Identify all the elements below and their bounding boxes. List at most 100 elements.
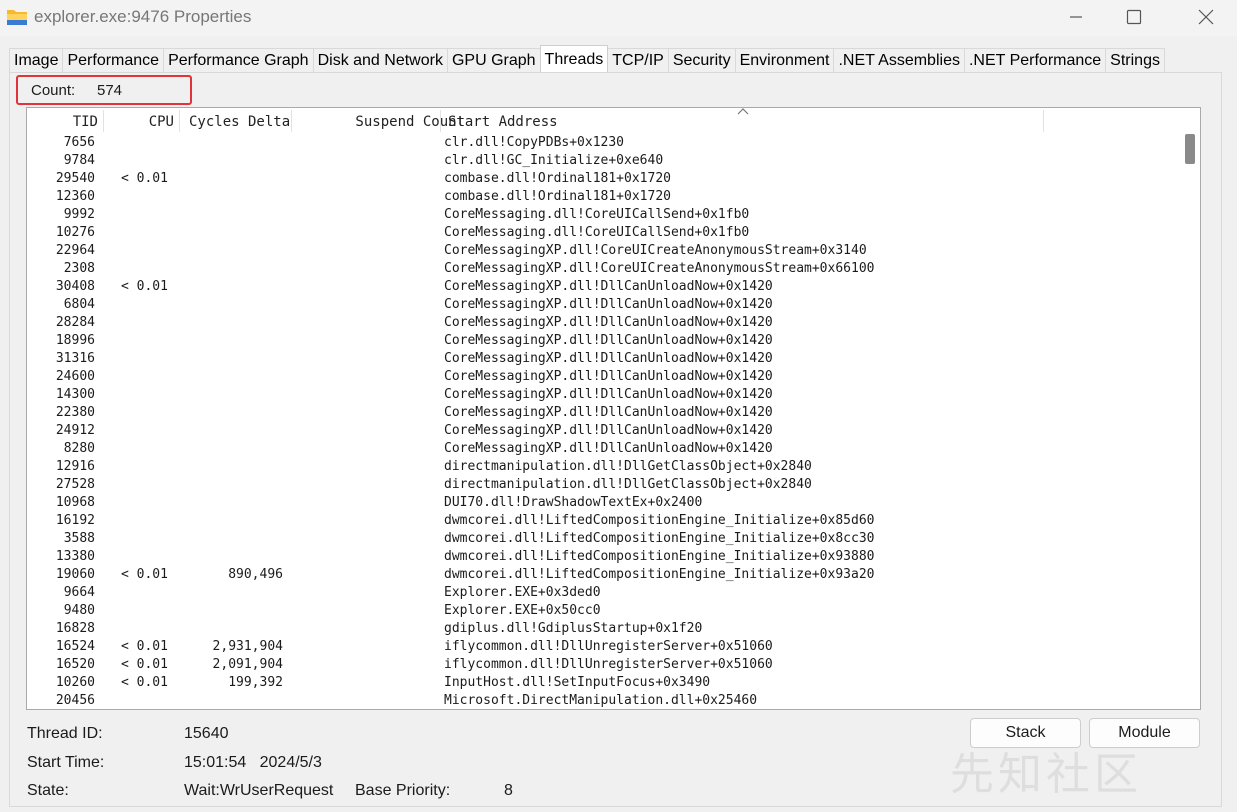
cell-start-address: CoreMessagingXP.dll!DllCanUnloadNow+0x14… — [444, 369, 773, 384]
tab-performance-graph[interactable]: Performance Graph — [163, 48, 314, 72]
base-priority-value: 8 — [504, 782, 513, 799]
table-row[interactable]: 6804 CoreMessagingXP.dll!DllCanUnloadNow+… — [27, 296, 1177, 314]
cell-tid: 7656 — [63, 135, 95, 150]
minimize-button[interactable] — [1053, 0, 1099, 34]
table-row[interactable]: 10968 DUI70.dll!DrawShadowTextEx+0x2400 — [27, 494, 1177, 512]
table-row[interactable]: 31316 CoreMessagingXP.dll!DllCanUnloadNow… — [27, 350, 1177, 368]
table-row[interactable]: 7656 clr.dll!CopyPDBs+0x1230 — [27, 134, 1177, 152]
table-row[interactable]: 22964 CoreMessagingXP.dll!CoreUICreateAno… — [27, 242, 1177, 260]
cell-cpu: < 0.01 — [121, 567, 168, 582]
column-divider[interactable] — [440, 110, 441, 132]
tab-image[interactable]: Image — [9, 48, 64, 72]
table-row[interactable]: 12916 directmanipulation.dll!DllGetClassO… — [27, 458, 1177, 476]
table-row[interactable]: 28284 CoreMessagingXP.dll!DllCanUnloadNow… — [27, 314, 1177, 332]
count-value: 574 — [97, 82, 123, 99]
list-rows: 7656 clr.dll!CopyPDBs+0x1230 9784 clr.dll!G… — [27, 134, 1177, 709]
table-row[interactable]: 14300 CoreMessagingXP.dll!DllCanUnloadNow… — [27, 386, 1177, 404]
tab-environment[interactable]: Environment — [734, 48, 835, 72]
cell-start-address: Microsoft.DirectManipulation.dll+0x25460 — [444, 693, 758, 708]
table-row[interactable]: 3588 dwmcorei.dll!LiftedCompositionEngine… — [27, 530, 1177, 548]
cell-start-address: iflycommon.dll!DllUnregisterServer+0x510… — [444, 639, 773, 654]
cell-start-address: directmanipulation.dll!DllGetClassObject… — [444, 477, 812, 492]
table-row[interactable]: 24912 CoreMessagingXP.dll!DllCanUnloadNow… — [27, 422, 1177, 440]
table-row[interactable]: 29540 < 0.01 combase.dll!Ordinal181+0x1720 — [27, 170, 1177, 188]
cell-start-address: dwmcorei.dll!LiftedCompositionEngine_Ini… — [444, 513, 875, 528]
threads-list[interactable]: TID CPU Cycles Delta Suspend Count Start… — [26, 107, 1201, 710]
cell-tid: 9480 — [63, 603, 95, 618]
tab-security[interactable]: Security — [667, 48, 736, 72]
table-row[interactable]: 9480 Explorer.EXE+0x50cc0 — [27, 602, 1177, 620]
table-row[interactable]: 27528 directmanipulation.dll!DllGetClassO… — [27, 476, 1177, 494]
table-row[interactable]: 22380 CoreMessagingXP.dll!DllCanUnloadNow… — [27, 404, 1177, 422]
cell-start-address: combase.dll!Ordinal181+0x1720 — [444, 189, 671, 204]
close-button[interactable] — [1183, 0, 1229, 34]
cell-start-address: CoreMessagingXP.dll!CoreUICreateAnonymou… — [444, 261, 875, 276]
table-row[interactable]: 19060 < 0.01 890,496 dwmcorei.dll!LiftedCom… — [27, 566, 1177, 584]
column-divider[interactable] — [1043, 110, 1044, 132]
column-header-start-address[interactable]: Start Address — [448, 114, 558, 130]
tab-strings[interactable]: Strings — [1105, 48, 1165, 72]
cell-start-address: dwmcorei.dll!LiftedCompositionEngine_Ini… — [444, 531, 875, 546]
table-row[interactable]: 2308 CoreMessagingXP.dll!CoreUICreateAnon… — [27, 260, 1177, 278]
table-row[interactable]: 10276 CoreMessaging.dll!CoreUICallSend+0x… — [27, 224, 1177, 242]
cell-tid: 20456 — [55, 693, 95, 708]
table-row[interactable]: 24600 CoreMessagingXP.dll!DllCanUnloadNow… — [27, 368, 1177, 386]
table-row[interactable]: 16524 < 0.01 2,931,904 iflycommon.dll!DllUn… — [27, 638, 1177, 656]
table-row[interactable]: 16192 dwmcorei.dll!LiftedCompositionEngin… — [27, 512, 1177, 530]
cell-cycles-delta: 199,392 — [228, 675, 283, 690]
tab-strip: Image Performance Performance Graph Disk an… — [9, 45, 1165, 73]
cell-tid: 13380 — [55, 549, 95, 564]
count-label: Count: — [31, 82, 76, 99]
cell-start-address: DUI70.dll!DrawShadowTextEx+0x2400 — [444, 495, 703, 510]
cell-start-address: dwmcorei.dll!LiftedCompositionEngine_Ini… — [444, 549, 875, 564]
vertical-scrollbar[interactable] — [1178, 108, 1200, 709]
cell-cpu: < 0.01 — [121, 675, 168, 690]
column-header-cpu[interactable]: CPU — [149, 114, 174, 130]
scrollbar-thumb[interactable] — [1185, 134, 1195, 164]
minimize-icon — [1070, 16, 1082, 18]
table-row[interactable]: 8280 CoreMessagingXP.dll!DllCanUnloadNow+… — [27, 440, 1177, 458]
cell-start-address: InputHost.dll!SetInputFocus+0x3490 — [444, 675, 711, 690]
table-row[interactable]: 20456 Microsoft.DirectManipulation.dll+0x… — [27, 692, 1177, 709]
cell-start-address: gdiplus.dll!GdiplusStartup+0x1f20 — [444, 621, 703, 636]
sort-ascending-icon — [737, 108, 749, 115]
cell-tid: 28284 — [55, 315, 95, 330]
table-row[interactable]: 30408 < 0.01 CoreMessagingXP.dll!DllCanUnl… — [27, 278, 1177, 296]
table-row[interactable]: 18996 CoreMessagingXP.dll!DllCanUnloadNow… — [27, 332, 1177, 350]
state-value: Wait:WrUserRequest — [184, 782, 334, 799]
column-header-cycles-delta[interactable]: Cycles Delta — [189, 114, 290, 130]
cell-cycles-delta: 2,931,904 — [212, 639, 283, 654]
table-row[interactable]: 10260 < 0.01 199,392 InputHost.dll!SetInput… — [27, 674, 1177, 692]
cell-cycles-delta: 890,496 — [228, 567, 283, 582]
column-header-tid[interactable]: TID — [73, 114, 98, 130]
cell-cpu: < 0.01 — [121, 279, 168, 294]
tab-tcp-ip[interactable]: TCP/IP — [607, 48, 669, 72]
tab-net-assemblies[interactable]: .NET Assemblies — [833, 48, 965, 72]
cell-tid: 16192 — [55, 513, 95, 528]
start-time-label: Start Time: — [27, 754, 105, 771]
tab-disk-and-network[interactable]: Disk and Network — [312, 48, 448, 72]
tab-gpu-graph[interactable]: GPU Graph — [446, 48, 541, 72]
column-divider[interactable] — [103, 110, 104, 132]
tab-net-performance[interactable]: .NET Performance — [963, 48, 1107, 72]
column-divider[interactable] — [179, 110, 180, 132]
cell-tid: 14300 — [55, 387, 95, 402]
cell-tid: 8280 — [63, 441, 95, 456]
tab-performance[interactable]: Performance — [62, 48, 165, 72]
table-row[interactable]: 9784 clr.dll!GC_Initialize+0xe640 — [27, 152, 1177, 170]
maximize-button[interactable] — [1111, 0, 1157, 34]
cell-tid: 12360 — [55, 189, 95, 204]
cell-cpu: < 0.01 — [121, 639, 168, 654]
table-row[interactable]: 9992 CoreMessaging.dll!CoreUICallSend+0x1… — [27, 206, 1177, 224]
table-row[interactable]: 9664 Explorer.EXE+0x3ded0 — [27, 584, 1177, 602]
cell-start-address: directmanipulation.dll!DllGetClassObject… — [444, 459, 812, 474]
table-row[interactable]: 13380 dwmcorei.dll!LiftedCompositionEngin… — [27, 548, 1177, 566]
table-row[interactable]: 12360 combase.dll!Ordinal181+0x1720 — [27, 188, 1177, 206]
cell-start-address: Explorer.EXE+0x3ded0 — [444, 585, 601, 600]
column-divider[interactable] — [291, 110, 292, 132]
cell-start-address: CoreMessagingXP.dll!DllCanUnloadNow+0x14… — [444, 405, 773, 420]
cell-start-address: CoreMessagingXP.dll!CoreUICreateAnonymou… — [444, 243, 867, 258]
tab-threads[interactable]: Threads — [539, 45, 609, 72]
table-row[interactable]: 16520 < 0.01 2,091,904 iflycommon.dll!DllUn… — [27, 656, 1177, 674]
table-row[interactable]: 16828 gdiplus.dll!GdiplusStartup+0x1f20 — [27, 620, 1177, 638]
